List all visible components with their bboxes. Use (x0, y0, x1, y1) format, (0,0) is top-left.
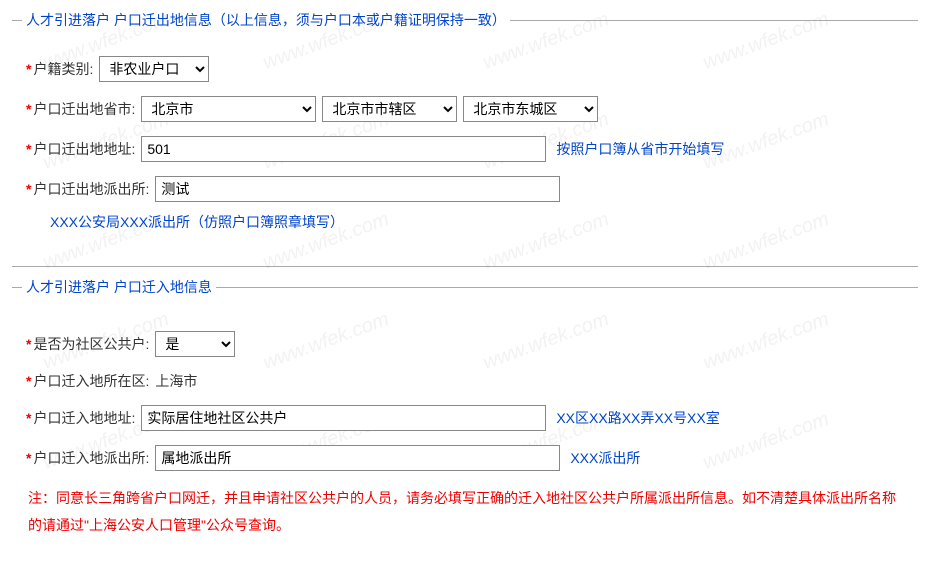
hukou-type-select[interactable]: 非农业户口 (99, 56, 209, 82)
city-select[interactable]: 北京市市辖区 (322, 96, 457, 122)
out-addr-label: 户口迁出地地址: (33, 139, 135, 159)
in-station-hint: XXX派出所 (570, 448, 640, 468)
row-out-province: * 户口迁出地省市: 北京市 北京市市辖区 北京市东城区 (22, 96, 908, 122)
required-mark: * (26, 373, 31, 389)
hukou-type-label: 户籍类别: (33, 59, 93, 79)
row-community: * 是否为社区公共户: 是 (22, 331, 908, 357)
section-in-info: 人才引进落户 户口迁入地信息 * 是否为社区公共户: 是 * 户口迁入地所在区:… (12, 277, 918, 552)
row-in-district: * 户口迁入地所在区: 上海市 (22, 371, 908, 391)
required-mark: * (26, 181, 31, 197)
out-province-label: 户口迁出地省市: (33, 99, 135, 119)
row-in-station: * 户口迁入地派出所: XXX派出所 (22, 445, 908, 471)
legend-main: 户口迁出地信息（以上信息，须与户口本或户籍证明保持一致） (114, 12, 506, 28)
in-district-label: 户口迁入地所在区: (33, 371, 149, 391)
out-addr-hint: 按照户口簿从省市开始填写 (556, 139, 724, 159)
row-out-station: * 户口迁出地派出所: (22, 176, 908, 202)
required-mark: * (26, 410, 31, 426)
required-mark: * (26, 141, 31, 157)
divider (12, 266, 918, 267)
required-mark: * (26, 450, 31, 466)
legend-main: 户口迁入地信息 (114, 279, 212, 295)
community-label: 是否为社区公共户: (33, 334, 149, 354)
section-out-info: 人才引进落户 户口迁出地信息（以上信息，须与户口本或户籍证明保持一致） * 户籍… (12, 10, 918, 252)
in-addr-label: 户口迁入地地址: (33, 408, 135, 428)
section-out-legend: 人才引进落户 户口迁出地信息（以上信息，须与户口本或户籍证明保持一致） (22, 10, 510, 30)
row-out-addr: * 户口迁出地地址: 按照户口簿从省市开始填写 (22, 136, 908, 162)
district-select[interactable]: 北京市东城区 (463, 96, 598, 122)
legend-prefix: 人才引进落户 (26, 279, 110, 295)
required-mark: * (26, 336, 31, 352)
out-station-input[interactable] (155, 176, 560, 202)
required-mark: * (26, 61, 31, 77)
row-hukou-type: * 户籍类别: 非农业户口 (22, 56, 908, 82)
section-in-legend: 人才引进落户 户口迁入地信息 (22, 277, 216, 297)
in-station-input[interactable] (155, 445, 560, 471)
legend-prefix: 人才引进落户 (26, 12, 110, 28)
out-station-label: 户口迁出地派出所: (33, 179, 149, 199)
out-addr-input[interactable] (141, 136, 546, 162)
warning-note: 注：同意长三角跨省户口网迁，并且申请社区公共户的人员，请务必填写正确的迁入地社区… (28, 485, 902, 538)
in-addr-input[interactable] (141, 405, 546, 431)
in-addr-hint: XX区XX路XX弄XX号XX室 (556, 408, 719, 428)
required-mark: * (26, 101, 31, 117)
in-district-value: 上海市 (155, 371, 197, 391)
community-select[interactable]: 是 (155, 331, 235, 357)
in-station-label: 户口迁入地派出所: (33, 448, 149, 468)
province-select[interactable]: 北京市 (141, 96, 316, 122)
row-in-addr: * 户口迁入地地址: XX区XX路XX弄XX号XX室 (22, 405, 908, 431)
out-station-helper: XXX公安局XXX派出所（仿照户口簿照章填写） (50, 212, 908, 232)
